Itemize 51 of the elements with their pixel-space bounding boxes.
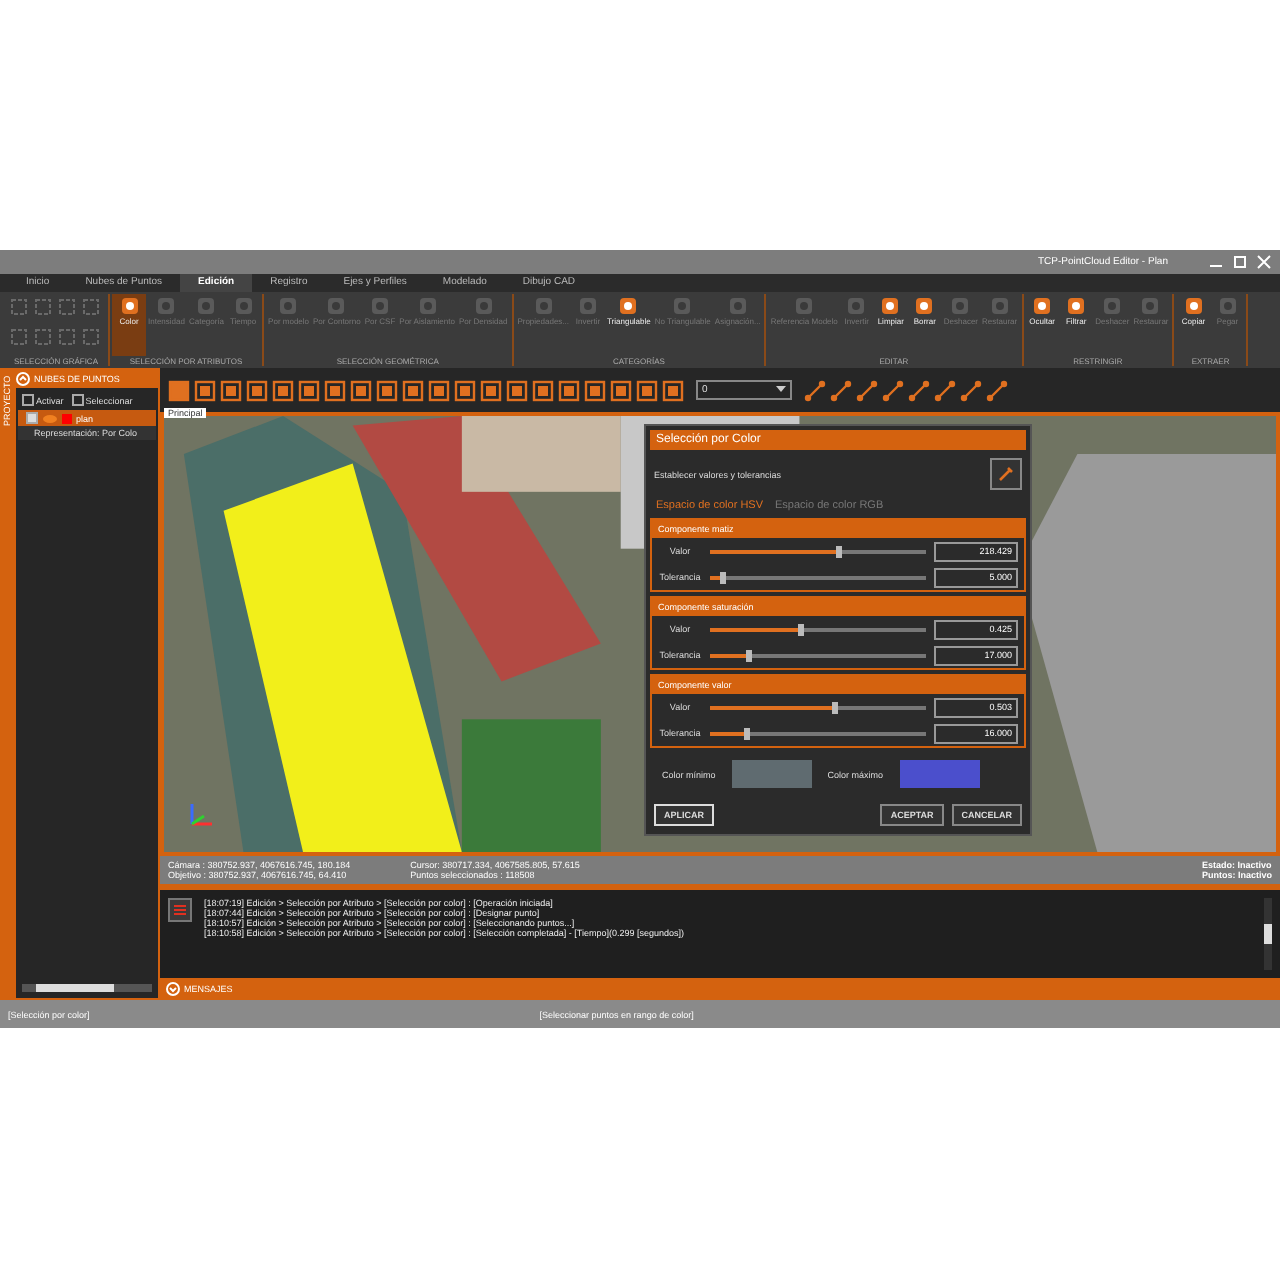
- view-tool-icon[interactable]: [662, 379, 684, 401]
- color-swatch[interactable]: [731, 760, 812, 788]
- view-tool-icon[interactable]: [610, 379, 632, 401]
- dot-icon: [880, 296, 901, 316]
- collapse-icon[interactable]: [16, 372, 30, 386]
- checkbox[interactable]: [26, 412, 38, 424]
- view-tool-icon[interactable]: [428, 379, 450, 401]
- checkbox[interactable]: [22, 394, 34, 406]
- color-swatch[interactable]: [899, 760, 980, 788]
- view-tool-icon[interactable]: [402, 379, 424, 401]
- line-tool-icon[interactable]: [960, 379, 982, 401]
- view-tool-icon[interactable]: [350, 379, 372, 401]
- maximize-icon[interactable]: [1232, 254, 1248, 270]
- dot-icon: [618, 296, 639, 316]
- view-tool-icon[interactable]: [324, 379, 346, 401]
- close-icon[interactable]: [1256, 254, 1272, 270]
- line-tool-icon[interactable]: [830, 379, 852, 401]
- eyedropper-button[interactable]: [990, 458, 1022, 490]
- color-swatch: [62, 413, 72, 423]
- checkbox[interactable]: [71, 394, 84, 406]
- scrollbar[interactable]: [1264, 898, 1272, 970]
- line-tool-icon[interactable]: [986, 379, 1008, 401]
- dot-icon: [1066, 296, 1087, 316]
- dot-icon: [119, 296, 139, 316]
- dot-icon: [1183, 296, 1204, 316]
- collapse-icon[interactable]: [166, 982, 180, 996]
- view-tool-icon[interactable]: [454, 379, 476, 401]
- view-tool-icon[interactable]: [584, 379, 606, 401]
- list-icon[interactable]: [168, 898, 192, 922]
- caret-icon: [776, 386, 786, 394]
- line-tool-icon[interactable]: [804, 379, 826, 401]
- view-tool-icon[interactable]: [558, 379, 580, 401]
- line-tool-icon[interactable]: [934, 379, 956, 401]
- view-tool-icon[interactable]: [168, 379, 190, 401]
- view-tool-icon[interactable]: [272, 379, 294, 401]
- dot-icon: [914, 296, 935, 316]
- view-tool-icon[interactable]: [246, 379, 268, 401]
- view-tool-icon[interactable]: [376, 379, 398, 401]
- view-tool-icon[interactable]: [194, 379, 216, 401]
- dot-icon: [1032, 296, 1053, 316]
- view-tool-icon[interactable]: [532, 379, 554, 401]
- line-tool-icon[interactable]: [908, 379, 930, 401]
- view-tool-icon[interactable]: [298, 379, 320, 401]
- line-tool-icon[interactable]: [882, 379, 904, 401]
- eyedropper-icon: [996, 464, 1016, 484]
- scrollbar[interactable]: [22, 984, 152, 992]
- view-tool-icon[interactable]: [506, 379, 528, 401]
- view-tool-icon[interactable]: [636, 379, 658, 401]
- view-tool-icon[interactable]: [480, 379, 502, 401]
- line-tool-icon[interactable]: [856, 379, 878, 401]
- view-tool-icon[interactable]: [220, 379, 242, 401]
